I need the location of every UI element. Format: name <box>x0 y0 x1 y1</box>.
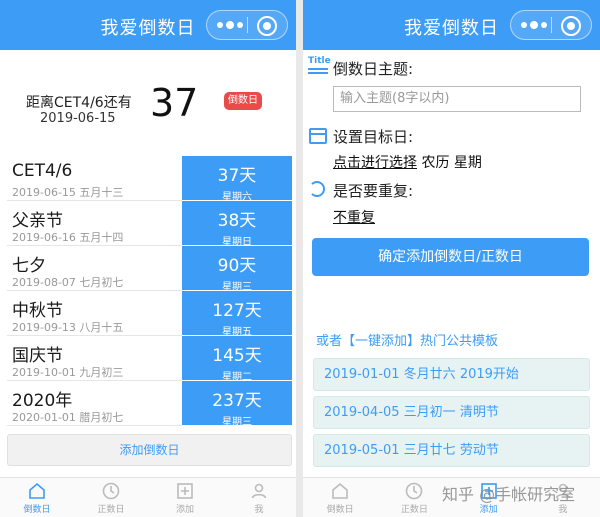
tab-countup[interactable]: 正数日 <box>74 478 148 517</box>
tab-bar: 倒数日 正数日 添加 我 <box>0 477 296 517</box>
days-remaining: 38天 <box>217 211 257 231</box>
event-date: 2019-06-15 五月十三 <box>12 186 124 199</box>
tab-countup[interactable]: 正数日 <box>377 478 451 517</box>
home-icon <box>29 482 45 499</box>
repeat-icon <box>309 181 325 197</box>
home-icon <box>332 482 348 499</box>
tab-label: 我 <box>254 505 264 515</box>
weekday-toggle[interactable]: 星期 <box>454 155 482 171</box>
countdown-list: CET4/6 2019-06-15 五月十三 37天 星期六 父亲节 2019-… <box>7 156 292 428</box>
add-countdown-button[interactable]: 添加倒数日 <box>7 434 292 466</box>
tab-label: 我 <box>558 505 568 515</box>
tab-label: 正数日 <box>97 505 125 515</box>
event-name: 七夕 <box>12 256 46 276</box>
featured-countdown[interactable]: 距离CET4/6还有 2019-06-15 37 倒数日 <box>0 50 296 156</box>
days-remaining: 237天 <box>212 391 262 411</box>
featured-days-count: 37 <box>150 81 199 125</box>
topic-input[interactable]: 输入主题(8字以内) <box>333 86 581 112</box>
event-name: CET4/6 <box>12 161 73 181</box>
template-header: 或者【一键添加】热门公共模板 <box>316 334 499 349</box>
capsule-divider <box>247 17 248 33</box>
close-icon[interactable] <box>257 16 277 36</box>
date-options: 点击进行选择 农历 星期 <box>333 152 482 172</box>
more-icon[interactable] <box>521 20 547 30</box>
event-date: 2020-01-01 腊月初七 <box>12 411 124 424</box>
event-date: 2019-10-01 九月初三 <box>12 366 124 379</box>
days-remaining: 127天 <box>212 301 262 321</box>
tab-label: 倒数日 <box>23 505 51 515</box>
mini-program-capsule <box>510 10 592 40</box>
tab-label: 正数日 <box>400 505 428 515</box>
event-date: 2019-09-13 八月十五 <box>12 321 124 334</box>
tab-label: 添加 <box>479 505 498 515</box>
list-item[interactable]: 父亲节 2019-06-16 五月十四 38天 星期日 <box>7 201 292 248</box>
list-item[interactable]: 国庆节 2019-10-01 九月初三 145天 星期二 <box>7 336 292 383</box>
confirm-add-button[interactable]: 确定添加倒数日/正数日 <box>312 238 589 276</box>
featured-event-date: 2019-06-15 <box>40 111 116 126</box>
days-remaining: 37天 <box>217 166 257 186</box>
days-box: 90天 星期三 <box>182 246 292 293</box>
event-name: 国庆节 <box>12 346 63 366</box>
event-name: 2020年 <box>12 391 73 411</box>
event-name: 中秋节 <box>12 301 63 321</box>
watermark: 知乎 @手帐研究室 <box>442 485 576 504</box>
nav-bar: 我爱倒数日 <box>0 0 296 50</box>
close-icon[interactable] <box>561 16 581 36</box>
clock-icon <box>102 482 120 500</box>
tab-add[interactable]: 添加 <box>148 478 222 517</box>
title-icon: Title <box>308 57 331 75</box>
select-date-link[interactable]: 点击进行选择 <box>333 155 417 171</box>
more-icon[interactable] <box>217 20 243 30</box>
user-icon <box>251 483 267 499</box>
repeat-select[interactable]: 不重复 <box>333 207 375 227</box>
template-item[interactable]: 2019-04-05 三月初一 清明节 <box>313 396 590 429</box>
add-countdown-screen: 我爱倒数日 Title 倒数日主题: 输入主题(8字以内) 设置目标日: 点击进… <box>303 0 600 517</box>
list-item[interactable]: CET4/6 2019-06-15 五月十三 37天 星期六 <box>7 156 292 203</box>
lunar-toggle[interactable]: 农历 <box>421 155 449 171</box>
clock-icon <box>406 482 423 500</box>
add-icon <box>177 483 193 499</box>
countdown-list-screen: 我爱倒数日 距离CET4/6还有 2019-06-15 37 倒数日 CET4/… <box>0 0 296 517</box>
featured-event-name: 距离CET4/6还有 <box>26 95 132 111</box>
days-box: 127天 星期五 <box>182 291 292 338</box>
days-box: 38天 星期日 <box>182 201 292 248</box>
mini-program-capsule <box>206 10 288 40</box>
nav-bar: 我爱倒数日 <box>303 0 600 50</box>
days-remaining: 90天 <box>217 256 257 276</box>
list-item[interactable]: 2020年 2020-01-01 腊月初七 237天 星期三 <box>7 381 292 428</box>
calendar-icon <box>309 128 327 144</box>
tab-countdown[interactable]: 倒数日 <box>303 478 377 517</box>
days-box: 145天 星期二 <box>182 336 292 383</box>
list-item[interactable]: 七夕 2019-08-07 七月初七 90天 星期三 <box>7 246 292 293</box>
days-remaining: 145天 <box>212 346 262 366</box>
countdown-badge: 倒数日 <box>224 92 262 110</box>
weekday: 星期三 <box>222 417 252 428</box>
tab-me[interactable]: 我 <box>222 478 296 517</box>
tab-label: 添加 <box>175 505 194 515</box>
event-name: 父亲节 <box>12 211 63 231</box>
tab-countdown[interactable]: 倒数日 <box>0 478 74 517</box>
template-item[interactable]: 2019-05-01 三月廿七 劳动节 <box>313 434 590 467</box>
template-item[interactable]: 2019-01-01 冬月廿六 2019开始 <box>313 358 590 391</box>
capsule-divider <box>551 17 552 33</box>
event-date: 2019-08-07 七月初七 <box>12 276 124 289</box>
event-date: 2019-06-16 五月十四 <box>12 231 124 244</box>
topic-label: 倒数日主题: <box>333 60 414 78</box>
list-item[interactable]: 中秋节 2019-09-13 八月十五 127天 星期五 <box>7 291 292 338</box>
target-date-label: 设置目标日: <box>333 128 414 146</box>
days-box: 37天 星期六 <box>182 156 292 203</box>
days-box: 237天 星期三 <box>182 381 292 428</box>
repeat-label: 是否要重复: <box>333 182 414 200</box>
tab-label: 倒数日 <box>326 505 354 515</box>
